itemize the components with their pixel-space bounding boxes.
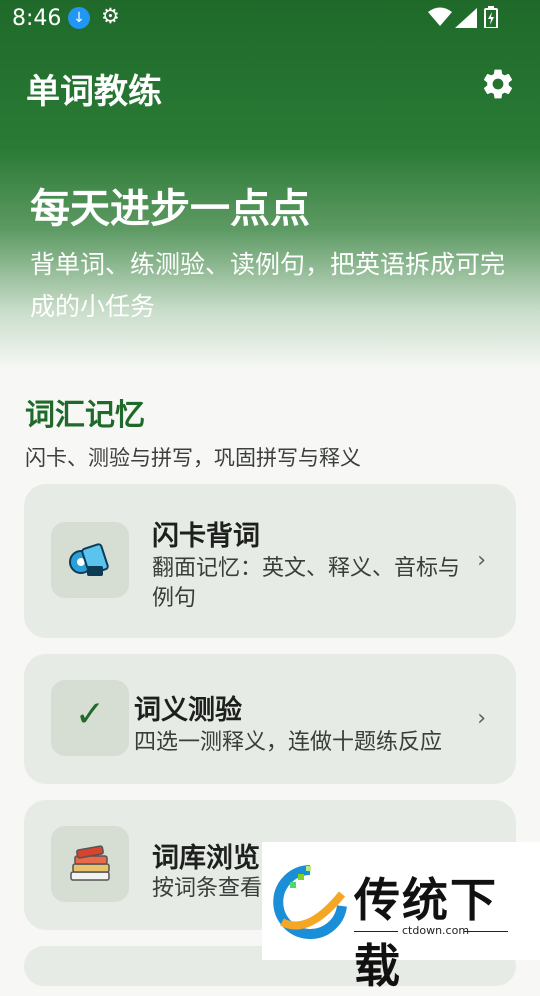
card-flashcards[interactable]: 闪卡背词 翻面记忆：英文、释义、音标与例句 ›	[24, 484, 516, 638]
flashcard-icon	[51, 522, 129, 598]
app-title: 单词教练	[26, 72, 162, 112]
card-title: 闪卡背词	[152, 521, 260, 552]
chevron-right-icon: ›	[477, 548, 486, 573]
hero-title: 每天进步一点点	[30, 186, 310, 232]
battery-icon	[484, 6, 498, 28]
watermark-divider	[354, 931, 398, 932]
signal-icon	[455, 8, 477, 28]
status-time: 8:46	[12, 6, 62, 31]
settings-status-icon: ⚙	[101, 4, 120, 28]
watermark: 传统下载 ctdown.com	[262, 842, 540, 993]
watermark-divider	[464, 931, 508, 932]
check-mark-glyph: ✓	[74, 694, 106, 735]
card-title: 词义测验	[134, 695, 242, 726]
card-description: 翻面记忆：英文、释义、音标与例句	[152, 556, 461, 611]
wifi-icon	[428, 7, 452, 26]
watermark-logo-icon	[273, 865, 347, 939]
section-subtitle: 闪卡、测验与拼写，巩固拼写与释义	[25, 446, 361, 470]
check-mark-icon: ✓	[51, 680, 129, 756]
watermark-domain: ctdown.com	[402, 924, 470, 937]
settings-button[interactable]	[480, 66, 516, 102]
card-title: 词库浏览	[152, 843, 260, 874]
hero-subtitle: 背单词、练测验、读例句，把英语拆成可完成的小任务	[30, 250, 506, 321]
download-icon: ↓	[68, 7, 90, 29]
card-quiz[interactable]: ✓ 词义测验 四选一测释义，连做十题练反应 ›	[24, 654, 516, 784]
books-icon	[51, 826, 129, 902]
section-title: 词汇记忆	[25, 398, 145, 433]
status-bar: 8:46 ↓ ⚙	[0, 0, 540, 36]
chevron-right-icon: ›	[477, 706, 486, 731]
card-description: 四选一测释义，连做十题练反应	[134, 730, 443, 755]
